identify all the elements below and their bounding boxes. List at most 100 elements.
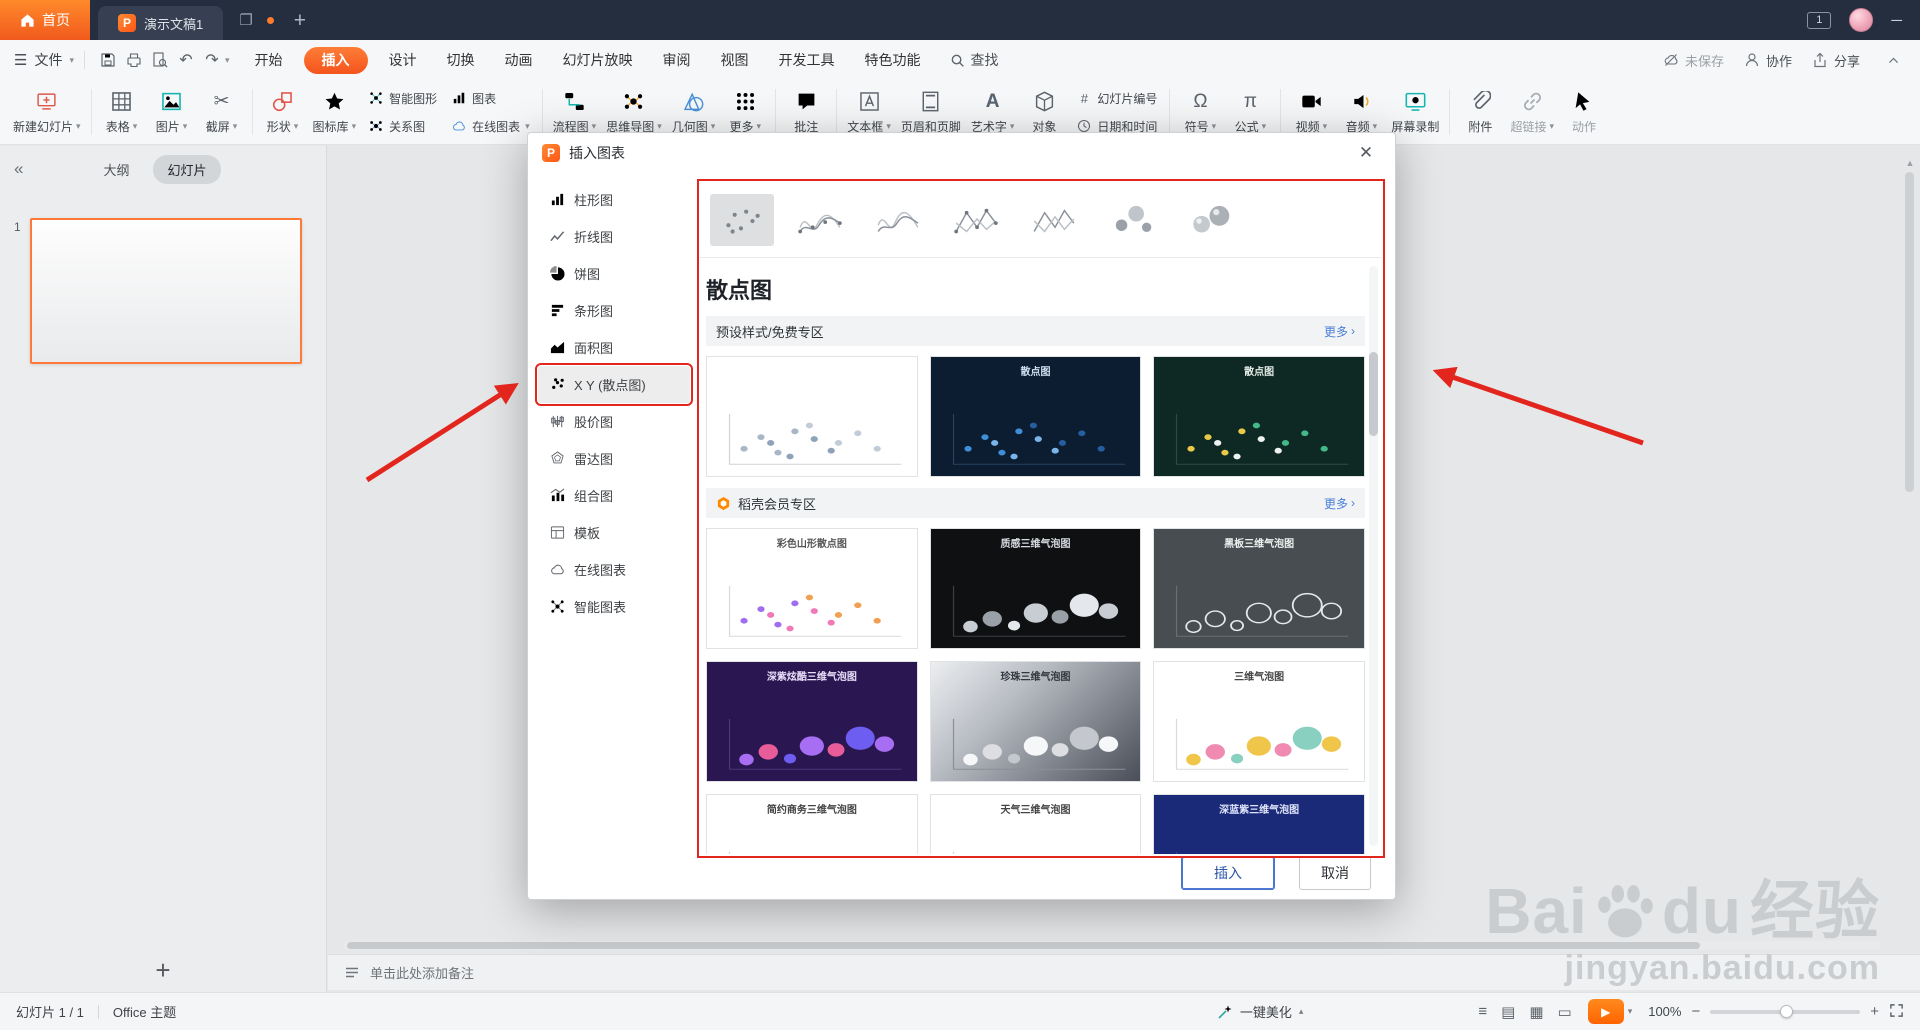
category-hbar[interactable]: 条形图 bbox=[538, 292, 690, 329]
print-button[interactable] bbox=[121, 47, 147, 73]
share-button[interactable]: 分享 bbox=[1812, 51, 1860, 70]
horizontal-scrollbar[interactable] bbox=[343, 941, 1880, 950]
category-online[interactable]: 在线图表 bbox=[538, 551, 690, 588]
one-click-beautify-button[interactable]: 一键美化 ▴ bbox=[1217, 1002, 1303, 1021]
dialog-close-icon[interactable]: ✕ bbox=[1351, 143, 1381, 163]
document-tab[interactable]: P 演示文稿1 bbox=[98, 6, 224, 40]
vertical-scrollbar[interactable]: ▲ bbox=[1905, 158, 1915, 930]
category-combo[interactable]: 组合图 bbox=[538, 477, 690, 514]
collaborate-button[interactable]: 协作 bbox=[1744, 51, 1792, 70]
category-bar[interactable]: 柱形图 bbox=[538, 181, 690, 218]
dialog-scrollbar[interactable] bbox=[1369, 266, 1378, 846]
print-preview-button[interactable] bbox=[147, 47, 173, 73]
member-section-more-link[interactable]: 更多 › bbox=[1324, 495, 1355, 512]
ribbon-tab-开始[interactable]: 开始 bbox=[240, 40, 298, 80]
new-document-tab-button[interactable]: + bbox=[294, 10, 306, 31]
subtype-scatter-icon[interactable] bbox=[710, 193, 774, 246]
category-template[interactable]: 模板 bbox=[538, 514, 690, 551]
home-tab[interactable]: 首页 bbox=[0, 0, 90, 40]
collapse-panel-icon[interactable]: « bbox=[14, 159, 23, 179]
slideshow-play-button[interactable]: ▶ bbox=[1587, 999, 1624, 1024]
add-slide-button[interactable]: + bbox=[0, 955, 326, 986]
quickbar-more-caret-icon[interactable]: ▾ bbox=[225, 55, 230, 66]
category-scatter[interactable]: X Y (散点图) bbox=[535, 363, 693, 406]
ribbon-tab-幻灯片放映[interactable]: 幻灯片放映 bbox=[548, 40, 648, 80]
ribbon-tab-特色功能[interactable]: 特色功能 bbox=[850, 40, 936, 80]
subtype-straight-lines-markers-icon[interactable] bbox=[944, 194, 1008, 246]
subtype-3d-bubble-icon[interactable] bbox=[1178, 194, 1242, 246]
icon-library-button[interactable]: 图标库 ▾ bbox=[308, 83, 362, 141]
online-chart-button[interactable]: 在线图表 ▾ bbox=[447, 114, 534, 139]
theme-name[interactable]: Office 主题 bbox=[113, 1002, 176, 1021]
window-count-badge[interactable]: 1 bbox=[1807, 11, 1832, 29]
chart-style-thumbnail[interactable]: 简约商务三维气泡图 bbox=[706, 794, 918, 854]
ribbon-tab-开发工具[interactable]: 开发工具 bbox=[764, 40, 850, 80]
collapse-ribbon-button[interactable] bbox=[1880, 54, 1906, 67]
table-button[interactable]: 表格 ▾ bbox=[97, 83, 147, 141]
chart-style-thumbnail[interactable]: 散点图 bbox=[1153, 356, 1365, 477]
zoom-level[interactable]: 100% bbox=[1648, 1004, 1681, 1019]
cancel-button[interactable]: 取消 bbox=[1299, 856, 1371, 890]
new-slide-button[interactable]: 新建幻灯片 ▾ bbox=[8, 83, 86, 141]
chart-style-thumbnail[interactable]: 彩色山形散点图 bbox=[706, 528, 918, 649]
zoom-out-button[interactable]: − bbox=[1691, 1003, 1700, 1020]
chart-style-thumbnail[interactable]: 深蓝紫三维气泡图 bbox=[1153, 794, 1365, 854]
chart-style-thumbnail[interactable]: 天气三维气泡图 bbox=[929, 794, 1142, 854]
insert-button[interactable]: 插入 bbox=[1181, 856, 1275, 890]
ribbon-tab-设计[interactable]: 设计 bbox=[374, 40, 432, 80]
fit-slide-button[interactable] bbox=[1889, 1003, 1904, 1021]
window-split-icon[interactable]: ❐ bbox=[239, 11, 252, 29]
tab-slides[interactable]: 幻灯片 bbox=[153, 154, 221, 184]
notes-bar[interactable]: 单击此处添加备注 bbox=[328, 954, 1920, 990]
category-stock[interactable]: 股价图 bbox=[538, 403, 690, 440]
tab-outline[interactable]: 大纲 bbox=[89, 155, 143, 184]
subtype-smooth-lines-icon[interactable] bbox=[866, 194, 930, 246]
zoom-slider-knob[interactable] bbox=[1780, 1004, 1794, 1018]
subtype-straight-lines-icon[interactable] bbox=[1022, 194, 1086, 246]
zoom-in-button[interactable]: + bbox=[1870, 1003, 1879, 1020]
ribbon-tab-视图[interactable]: 视图 bbox=[706, 40, 764, 80]
vertical-scrollbar-thumb[interactable] bbox=[1905, 172, 1914, 492]
action-button[interactable]: 动作 bbox=[1559, 83, 1609, 141]
chart-style-thumbnail[interactable]: 散点图 bbox=[929, 356, 1142, 477]
undo-button[interactable]: ↶ bbox=[173, 47, 199, 73]
scroll-up-icon[interactable]: ▲ bbox=[1905, 158, 1915, 168]
reading-view-icon[interactable]: ▭ bbox=[1558, 1003, 1572, 1021]
file-menu[interactable]: ☰ 文件 ▾ bbox=[14, 50, 74, 70]
screen-record-button[interactable]: 屏幕录制 bbox=[1386, 83, 1444, 141]
screenshot-button[interactable]: ✂ 截屏 ▾ bbox=[197, 83, 247, 141]
hyperlink-button[interactable]: 超链接 ▾ bbox=[1505, 83, 1559, 141]
category-line[interactable]: 折线图 bbox=[538, 218, 690, 255]
free-section-more-link[interactable]: 更多 › bbox=[1324, 323, 1355, 340]
chart-button[interactable]: 图表 bbox=[447, 86, 534, 111]
attachment-button[interactable]: 附件 bbox=[1455, 83, 1505, 141]
minimize-button[interactable]: ─ bbox=[1891, 12, 1902, 29]
ribbon-tab-审阅[interactable]: 审阅 bbox=[648, 40, 706, 80]
chart-style-thumbnail[interactable] bbox=[706, 356, 918, 477]
slide-sorter-view-icon[interactable]: ▦ bbox=[1529, 1003, 1543, 1021]
slide-thumbnail[interactable] bbox=[29, 218, 302, 364]
ribbon-tab-切换[interactable]: 切换 bbox=[432, 40, 490, 80]
chart-style-thumbnail[interactable]: 黑板三维气泡图 bbox=[1153, 528, 1365, 649]
shapes-button[interactable]: 形状 ▾ bbox=[258, 83, 308, 141]
dialog-scrollbar-thumb[interactable] bbox=[1369, 352, 1378, 436]
picture-button[interactable]: 图片 ▾ bbox=[147, 83, 197, 141]
horizontal-scrollbar-thumb[interactable] bbox=[347, 942, 1700, 949]
save-button[interactable] bbox=[95, 47, 121, 73]
slide-number-button[interactable]: # 幻灯片编号 bbox=[1072, 86, 1161, 111]
dialog-titlebar[interactable]: P 插入图表 ✕ bbox=[528, 133, 1395, 173]
category-area[interactable]: 面积图 bbox=[538, 329, 690, 366]
user-avatar[interactable] bbox=[1849, 8, 1874, 32]
display-options-icon[interactable]: ≡ bbox=[1478, 1003, 1487, 1020]
chart-style-thumbnail[interactable]: 珍珠三维气泡图 bbox=[929, 661, 1142, 782]
play-options-caret-icon[interactable]: ▾ bbox=[1628, 1006, 1633, 1017]
relation-chart-button[interactable]: 关系图 bbox=[364, 114, 441, 139]
category-radar[interactable]: 雷达图 bbox=[538, 440, 690, 477]
ribbon-tab-动画[interactable]: 动画 bbox=[490, 40, 548, 80]
subtype-smooth-lines-markers-icon[interactable] bbox=[788, 194, 852, 246]
category-pie[interactable]: 饼图 bbox=[538, 255, 690, 292]
category-smart[interactable]: 智能图表 bbox=[538, 588, 690, 625]
zoom-slider[interactable] bbox=[1710, 1004, 1861, 1018]
normal-view-icon[interactable]: ▤ bbox=[1501, 1003, 1515, 1021]
chart-style-thumbnail[interactable]: 三维气泡图 bbox=[1153, 661, 1365, 782]
